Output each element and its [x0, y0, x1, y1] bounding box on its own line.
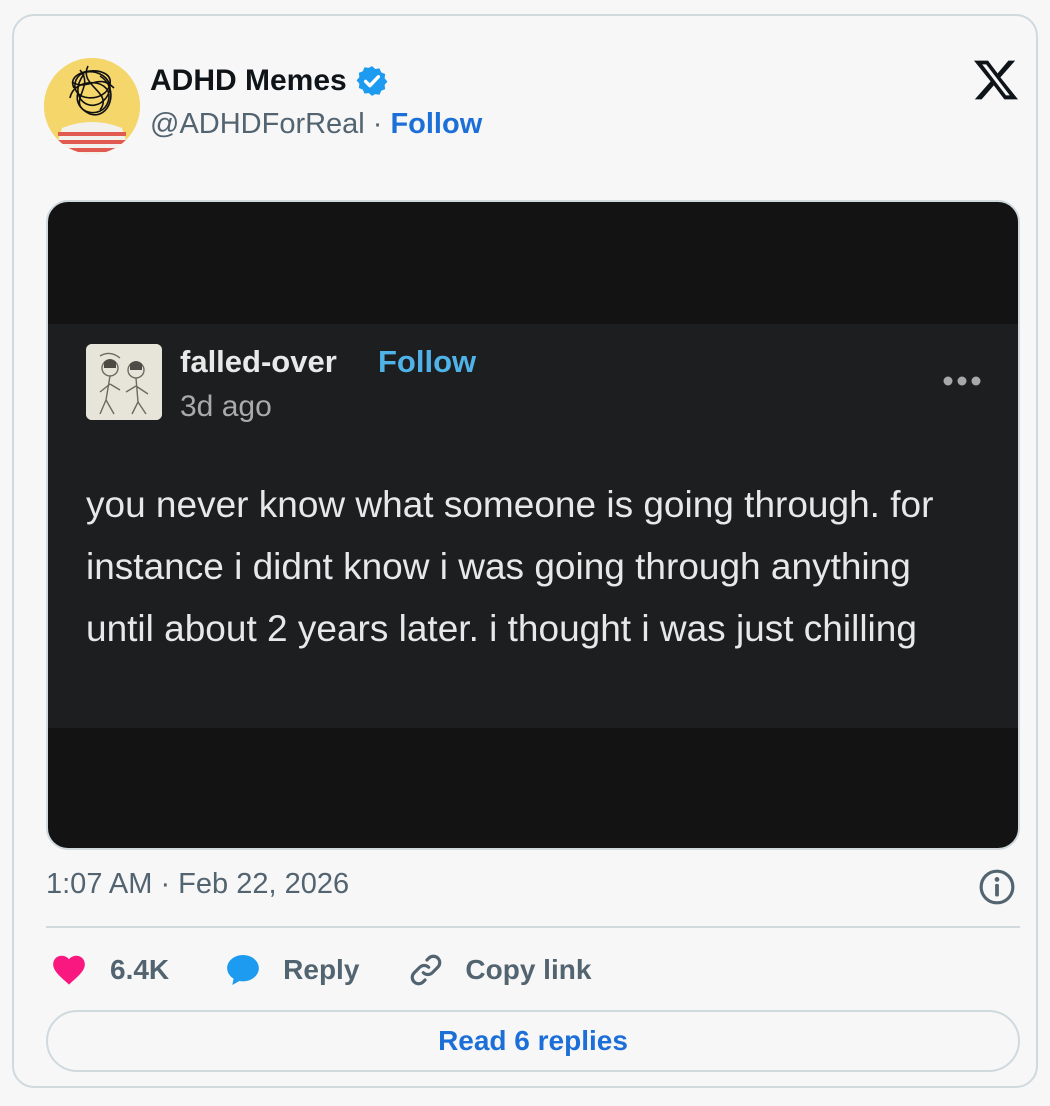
- read-replies-button[interactable]: Read 6 replies: [46, 1010, 1020, 1072]
- verified-badge-icon: [356, 66, 388, 96]
- embedded-post-username: falled-over: [180, 344, 337, 379]
- embedded-post-avatar: [86, 344, 162, 420]
- heart-icon: [53, 955, 85, 985]
- author-handle[interactable]: @ADHDForReal: [150, 108, 365, 141]
- reply-bubble-icon: [227, 955, 259, 985]
- tweet-card: ADHD Memes @ADHDForReal · Follow falled-…: [12, 14, 1038, 1088]
- reply-label: Reply: [283, 954, 360, 985]
- reply-button[interactable]: Reply: [223, 950, 359, 990]
- x-logo-icon[interactable]: [972, 56, 1020, 104]
- like-button[interactable]: 6.4K: [50, 951, 169, 989]
- author-name[interactable]: ADHD Memes: [150, 64, 347, 98]
- copy-link-button[interactable]: Copy link: [407, 951, 591, 989]
- author-handle-row: @ADHDForReal · Follow: [150, 108, 482, 141]
- more-options-icon: [943, 376, 981, 386]
- tweet-timestamp[interactable]: 1:07 AM · Feb 22, 2026: [46, 868, 349, 901]
- info-icon[interactable]: [978, 868, 1016, 906]
- divider: [46, 926, 1020, 928]
- action-bar: 6.4K Reply Copy link: [50, 946, 591, 994]
- embedded-post: falled-over Follow 3d ago you never know…: [48, 324, 1018, 728]
- link-icon: [411, 954, 442, 986]
- follow-button[interactable]: Follow: [390, 108, 482, 141]
- author-name-row: ADHD Memes: [150, 64, 389, 98]
- embedded-post-follow: Follow: [378, 344, 477, 379]
- copy-link-label: Copy link: [465, 954, 592, 985]
- like-count: 6.4K: [110, 954, 170, 985]
- embedded-post-time: 3d ago: [180, 390, 272, 423]
- sketch-figures-icon: [86, 344, 162, 420]
- author-avatar[interactable]: [44, 58, 140, 154]
- embedded-post-text: you never know what someone is going thr…: [86, 484, 934, 649]
- embedded-screenshot[interactable]: falled-over Follow 3d ago you never know…: [46, 200, 1020, 850]
- scribble-face-icon: [44, 58, 140, 154]
- handle-separator: ·: [372, 108, 383, 140]
